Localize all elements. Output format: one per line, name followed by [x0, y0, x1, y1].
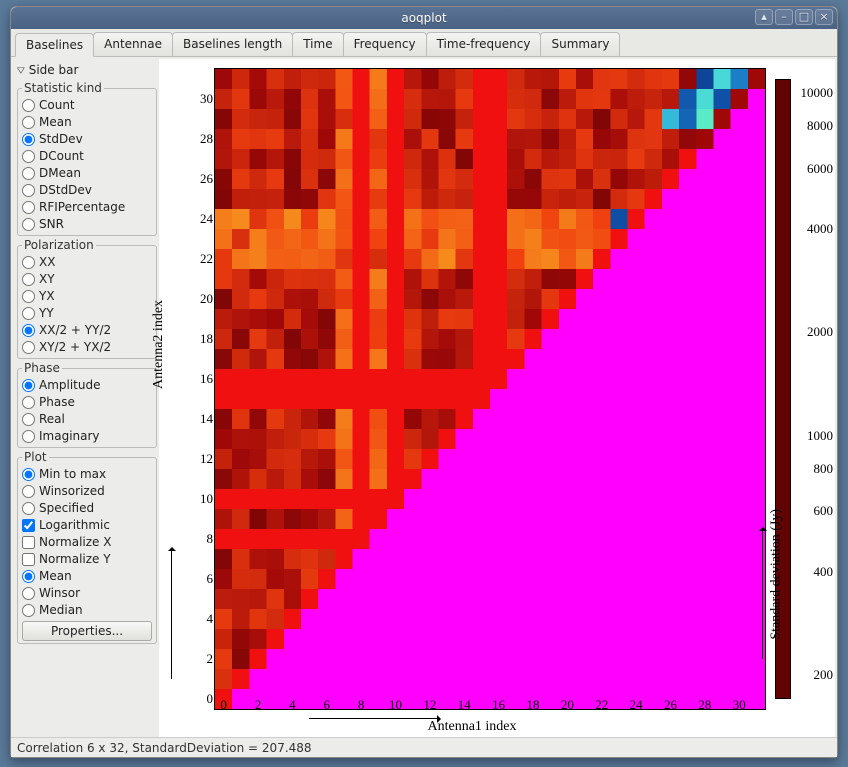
titlebar: aoqplot ▴ – □ ×: [11, 7, 837, 29]
pol-xy[interactable]: XY: [22, 271, 154, 288]
plot-opt-normalize-x[interactable]: Normalize X: [22, 534, 154, 551]
plot-opt-min-to-max[interactable]: Min to max: [22, 466, 154, 483]
stat-mean[interactable]: Mean: [22, 114, 154, 131]
colorbar-arrow-icon: [762, 529, 763, 659]
sidebar-title: Side bar: [29, 63, 79, 77]
sidebar: ▽ Side bar Statistic kind CountMeanStdDe…: [11, 57, 159, 737]
chevron-down-icon: ▽: [17, 66, 25, 75]
pol-xy-2-yx-2[interactable]: XY/2 + YX/2: [22, 339, 154, 356]
pol-yy[interactable]: YY: [22, 305, 154, 322]
properties-button[interactable]: Properties...: [22, 621, 152, 641]
status-bar: Correlation 6 x 32, StandardDeviation = …: [11, 737, 837, 757]
plot-opt-mean[interactable]: Mean: [22, 568, 154, 585]
group-statistic-kind: Statistic kind CountMeanStdDevDCountDMea…: [17, 81, 157, 236]
plot-opt-specified[interactable]: Specified: [22, 500, 154, 517]
heatmap[interactable]: [215, 69, 765, 709]
minimize-button[interactable]: –: [775, 9, 793, 25]
maximize-button[interactable]: □: [795, 9, 813, 25]
stat-snr[interactable]: SNR: [22, 216, 154, 233]
tab-antennae[interactable]: Antennae: [93, 32, 173, 56]
colorbar-label: Standard deviation (Jy): [769, 509, 785, 640]
plot-opt-winsorized[interactable]: Winsorized: [22, 483, 154, 500]
phase-real[interactable]: Real: [22, 411, 154, 428]
stat-rfipercentage[interactable]: RFIPercentage: [22, 199, 154, 216]
group-legend: Plot: [22, 450, 49, 464]
stat-dmean[interactable]: DMean: [22, 165, 154, 182]
tab-baselines[interactable]: Baselines: [15, 33, 94, 57]
status-text: Correlation 6 x 32, StandardDeviation = …: [17, 741, 312, 755]
y-axis-ticks: 024681012141618202224262830: [193, 69, 213, 709]
phase-imaginary[interactable]: Imaginary: [22, 428, 154, 445]
colorbar-ticks: 2004006008001000200040006000800010000: [793, 79, 833, 699]
sidebar-toggle[interactable]: ▽ Side bar: [17, 61, 157, 81]
y-axis-label: Antenna2 index: [151, 300, 167, 389]
group-legend: Polarization: [22, 238, 96, 252]
group-legend: Statistic kind: [22, 81, 104, 95]
plot-opt-winsor[interactable]: Winsor: [22, 585, 154, 602]
stat-dcount[interactable]: DCount: [22, 148, 154, 165]
shade-button[interactable]: ▴: [755, 9, 773, 25]
plot-opt-logarithmic[interactable]: Logarithmic: [22, 517, 154, 534]
close-button[interactable]: ×: [815, 9, 833, 25]
tab-time[interactable]: Time: [292, 32, 343, 56]
group-legend: Phase: [22, 361, 62, 375]
plot-area[interactable]: Antenna2 index 0246810121416182022242628…: [159, 59, 835, 737]
x-axis-label: Antenna1 index: [159, 719, 835, 735]
window-title: aoqplot: [401, 11, 446, 25]
group-plot: Plot Min to maxWinsorizedSpecifiedLogari…: [17, 450, 157, 644]
stat-stddev[interactable]: StdDev: [22, 131, 154, 148]
phase-phase[interactable]: Phase: [22, 394, 154, 411]
group-phase: Phase AmplitudePhaseRealImaginary: [17, 361, 157, 448]
content-area: ▽ Side bar Statistic kind CountMeanStdDe…: [11, 57, 837, 737]
pol-xx-2-yy-2[interactable]: XX/2 + YY/2: [22, 322, 154, 339]
tab-time-frequency[interactable]: Time-frequency: [426, 32, 542, 56]
stat-dstddev[interactable]: DStdDev: [22, 182, 154, 199]
group-polarization: Polarization XXXYYXYYXX/2 + YY/2XY/2 + Y…: [17, 238, 157, 359]
tab-baselines-length[interactable]: Baselines length: [172, 32, 293, 56]
app-window: aoqplot ▴ – □ × BaselinesAntennaeBaselin…: [10, 6, 838, 758]
y-axis-arrow-icon: [171, 549, 172, 679]
phase-amplitude[interactable]: Amplitude: [22, 377, 154, 394]
stat-count[interactable]: Count: [22, 97, 154, 114]
pol-yx[interactable]: YX: [22, 288, 154, 305]
x-axis-ticks: 024681012141618202224262830: [215, 697, 765, 713]
pol-xx[interactable]: XX: [22, 254, 154, 271]
plot-opt-normalize-y[interactable]: Normalize Y: [22, 551, 154, 568]
plot-opt-median[interactable]: Median: [22, 602, 154, 619]
tab-frequency[interactable]: Frequency: [343, 32, 427, 56]
tab-summary[interactable]: Summary: [540, 32, 620, 56]
tab-bar: BaselinesAntennaeBaselines lengthTimeFre…: [11, 29, 837, 57]
